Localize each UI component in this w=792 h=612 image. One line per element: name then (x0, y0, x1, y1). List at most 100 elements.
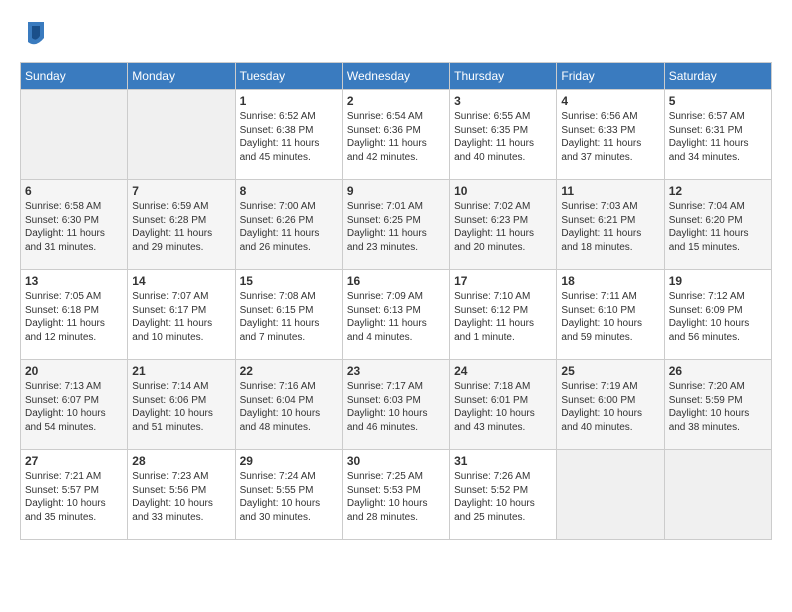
calendar-cell: 3Sunrise: 6:55 AMSunset: 6:35 PMDaylight… (450, 90, 557, 180)
day-number: 12 (669, 184, 767, 198)
cell-sunrise: Sunrise: 7:13 AM (25, 381, 101, 392)
cell-daylight: Daylight: 10 hours and 28 minutes. (347, 498, 428, 523)
cell-sunrise: Sunrise: 7:09 AM (347, 291, 423, 302)
calendar-cell: 5Sunrise: 6:57 AMSunset: 6:31 PMDaylight… (664, 90, 771, 180)
calendar-cell (557, 450, 664, 540)
calendar-header: SundayMondayTuesdayWednesdayThursdayFrid… (21, 63, 772, 90)
day-number: 20 (25, 364, 123, 378)
day-number: 26 (669, 364, 767, 378)
cell-daylight: Daylight: 11 hours and 20 minutes. (454, 228, 534, 253)
day-header: Friday (557, 63, 664, 90)
cell-sunrise: Sunrise: 7:05 AM (25, 291, 101, 302)
cell-daylight: Daylight: 10 hours and 54 minutes. (25, 408, 106, 433)
cell-sunrise: Sunrise: 7:25 AM (347, 471, 423, 482)
cell-sunrise: Sunrise: 6:59 AM (132, 201, 208, 212)
day-header: Sunday (21, 63, 128, 90)
day-number: 24 (454, 364, 552, 378)
cell-sunset: Sunset: 6:09 PM (669, 305, 743, 316)
calendar-cell: 12 Sunrise: 7:04 AM Sunset: 6:20 PM Dayligh… (664, 180, 771, 270)
cell-sunset: Sunset: 6:36 PM (347, 125, 421, 136)
cell-daylight: Daylight: 11 hours and 15 minutes. (669, 228, 749, 253)
calendar-cell: 13Sunrise: 7:05 AMSunset: 6:18 PMDayligh… (21, 270, 128, 360)
cell-daylight: Daylight: 10 hours and 25 minutes. (454, 498, 535, 523)
cell-sunset: Sunset: 5:52 PM (454, 485, 528, 496)
calendar-cell: 24Sunrise: 7:18 AMSunset: 6:01 PMDayligh… (450, 360, 557, 450)
calendar-cell: 29Sunrise: 7:24 AMSunset: 5:55 PMDayligh… (235, 450, 342, 540)
calendar-cell: 25Sunrise: 7:19 AMSunset: 6:00 PMDayligh… (557, 360, 664, 450)
day-number: 9 (347, 184, 445, 198)
calendar-cell: 6Sunrise: 6:58 AMSunset: 6:30 PMDaylight… (21, 180, 128, 270)
cell-sunrise: Sunrise: 7:03 AM (561, 201, 637, 212)
day-number: 28 (132, 454, 230, 468)
calendar-cell: 4Sunrise: 6:56 AMSunset: 6:33 PMDaylight… (557, 90, 664, 180)
cell-sunrise: Sunrise: 7:01 AM (347, 201, 423, 212)
cell-sunset: Sunset: 6:10 PM (561, 305, 635, 316)
cell-daylight: Daylight: 11 hours and 18 minutes. (561, 228, 641, 253)
cell-daylight: Daylight: 10 hours and 46 minutes. (347, 408, 428, 433)
day-number: 1 (240, 94, 338, 108)
cell-sunrise: Sunrise: 6:54 AM (347, 111, 423, 122)
calendar-cell: 14Sunrise: 7:07 AMSunset: 6:17 PMDayligh… (128, 270, 235, 360)
cell-sunrise: Sunrise: 6:57 AM (669, 111, 745, 122)
cell-sunset: Sunset: 6:21 PM (561, 215, 635, 226)
cell-sunset: Sunset: 6:38 PM (240, 125, 314, 136)
calendar-cell: 9Sunrise: 7:01 AMSunset: 6:25 PMDaylight… (342, 180, 449, 270)
cell-daylight: Daylight: 11 hours and 10 minutes. (132, 318, 212, 343)
calendar-week-row: 1Sunrise: 6:52 AMSunset: 6:38 PMDaylight… (21, 90, 772, 180)
cell-sunset: Sunset: 6:18 PM (25, 305, 99, 316)
cell-daylight: Daylight: 10 hours and 43 minutes. (454, 408, 535, 433)
calendar-cell: 19Sunrise: 7:12 AMSunset: 6:09 PMDayligh… (664, 270, 771, 360)
day-number: 16 (347, 274, 445, 288)
cell-sunset: Sunset: 5:59 PM (669, 395, 743, 406)
cell-daylight: Daylight: 11 hours and 12 minutes. (25, 318, 105, 343)
cell-sunset: Sunset: 6:12 PM (454, 305, 528, 316)
calendar-cell: 2Sunrise: 6:54 AMSunset: 6:36 PMDaylight… (342, 90, 449, 180)
cell-daylight: Daylight: 10 hours and 30 minutes. (240, 498, 321, 523)
cell-sunset: Sunset: 5:53 PM (347, 485, 421, 496)
calendar-cell: 30Sunrise: 7:25 AMSunset: 5:53 PMDayligh… (342, 450, 449, 540)
cell-sunset: Sunset: 6:30 PM (25, 215, 99, 226)
cell-sunset: Sunset: 6:26 PM (240, 215, 314, 226)
cell-sunset: Sunset: 6:25 PM (347, 215, 421, 226)
cell-daylight: Daylight: 11 hours and 4 minutes. (347, 318, 427, 343)
day-number: 8 (240, 184, 338, 198)
day-number: 7 (132, 184, 230, 198)
cell-daylight: Daylight: 11 hours and 7 minutes. (240, 318, 320, 343)
calendar-cell: 11 Sunrise: 7:03 AM Sunset: 6:21 PM Dayligh… (557, 180, 664, 270)
calendar-week-row: 13Sunrise: 7:05 AMSunset: 6:18 PMDayligh… (21, 270, 772, 360)
day-header: Wednesday (342, 63, 449, 90)
cell-sunrise: Sunrise: 7:17 AM (347, 381, 423, 392)
cell-sunset: Sunset: 6:03 PM (347, 395, 421, 406)
cell-daylight: Daylight: 10 hours and 59 minutes. (561, 318, 642, 343)
cell-sunset: Sunset: 6:31 PM (669, 125, 743, 136)
cell-sunrise: Sunrise: 7:02 AM (454, 201, 530, 212)
cell-sunrise: Sunrise: 7:20 AM (669, 381, 745, 392)
cell-sunrise: Sunrise: 7:10 AM (454, 291, 530, 302)
cell-sunrise: Sunrise: 7:08 AM (240, 291, 316, 302)
cell-daylight: Daylight: 11 hours and 34 minutes. (669, 138, 749, 163)
cell-sunset: Sunset: 6:20 PM (669, 215, 743, 226)
cell-sunrise: Sunrise: 7:04 AM (669, 201, 745, 212)
day-number: 3 (454, 94, 552, 108)
cell-daylight: Daylight: 10 hours and 33 minutes. (132, 498, 213, 523)
day-number: 27 (25, 454, 123, 468)
day-header: Tuesday (235, 63, 342, 90)
day-number: 6 (25, 184, 123, 198)
cell-sunset: Sunset: 5:57 PM (25, 485, 99, 496)
cell-sunrise: Sunrise: 7:11 AM (561, 291, 636, 302)
calendar-cell: 27Sunrise: 7:21 AMSunset: 5:57 PMDayligh… (21, 450, 128, 540)
cell-sunrise: Sunrise: 7:21 AM (25, 471, 101, 482)
calendar-cell: 17Sunrise: 7:10 AMSunset: 6:12 PMDayligh… (450, 270, 557, 360)
day-number: 11 (561, 184, 659, 198)
cell-daylight: Daylight: 10 hours and 48 minutes. (240, 408, 321, 433)
calendar-cell (664, 450, 771, 540)
calendar-cell (128, 90, 235, 180)
day-number: 31 (454, 454, 552, 468)
cell-sunset: Sunset: 6:35 PM (454, 125, 528, 136)
cell-sunrise: Sunrise: 7:16 AM (240, 381, 316, 392)
calendar-cell: 23Sunrise: 7:17 AMSunset: 6:03 PMDayligh… (342, 360, 449, 450)
cell-sunset: Sunset: 6:06 PM (132, 395, 206, 406)
cell-sunset: Sunset: 6:15 PM (240, 305, 314, 316)
calendar-cell: 1Sunrise: 6:52 AMSunset: 6:38 PMDaylight… (235, 90, 342, 180)
page-header (20, 20, 772, 52)
